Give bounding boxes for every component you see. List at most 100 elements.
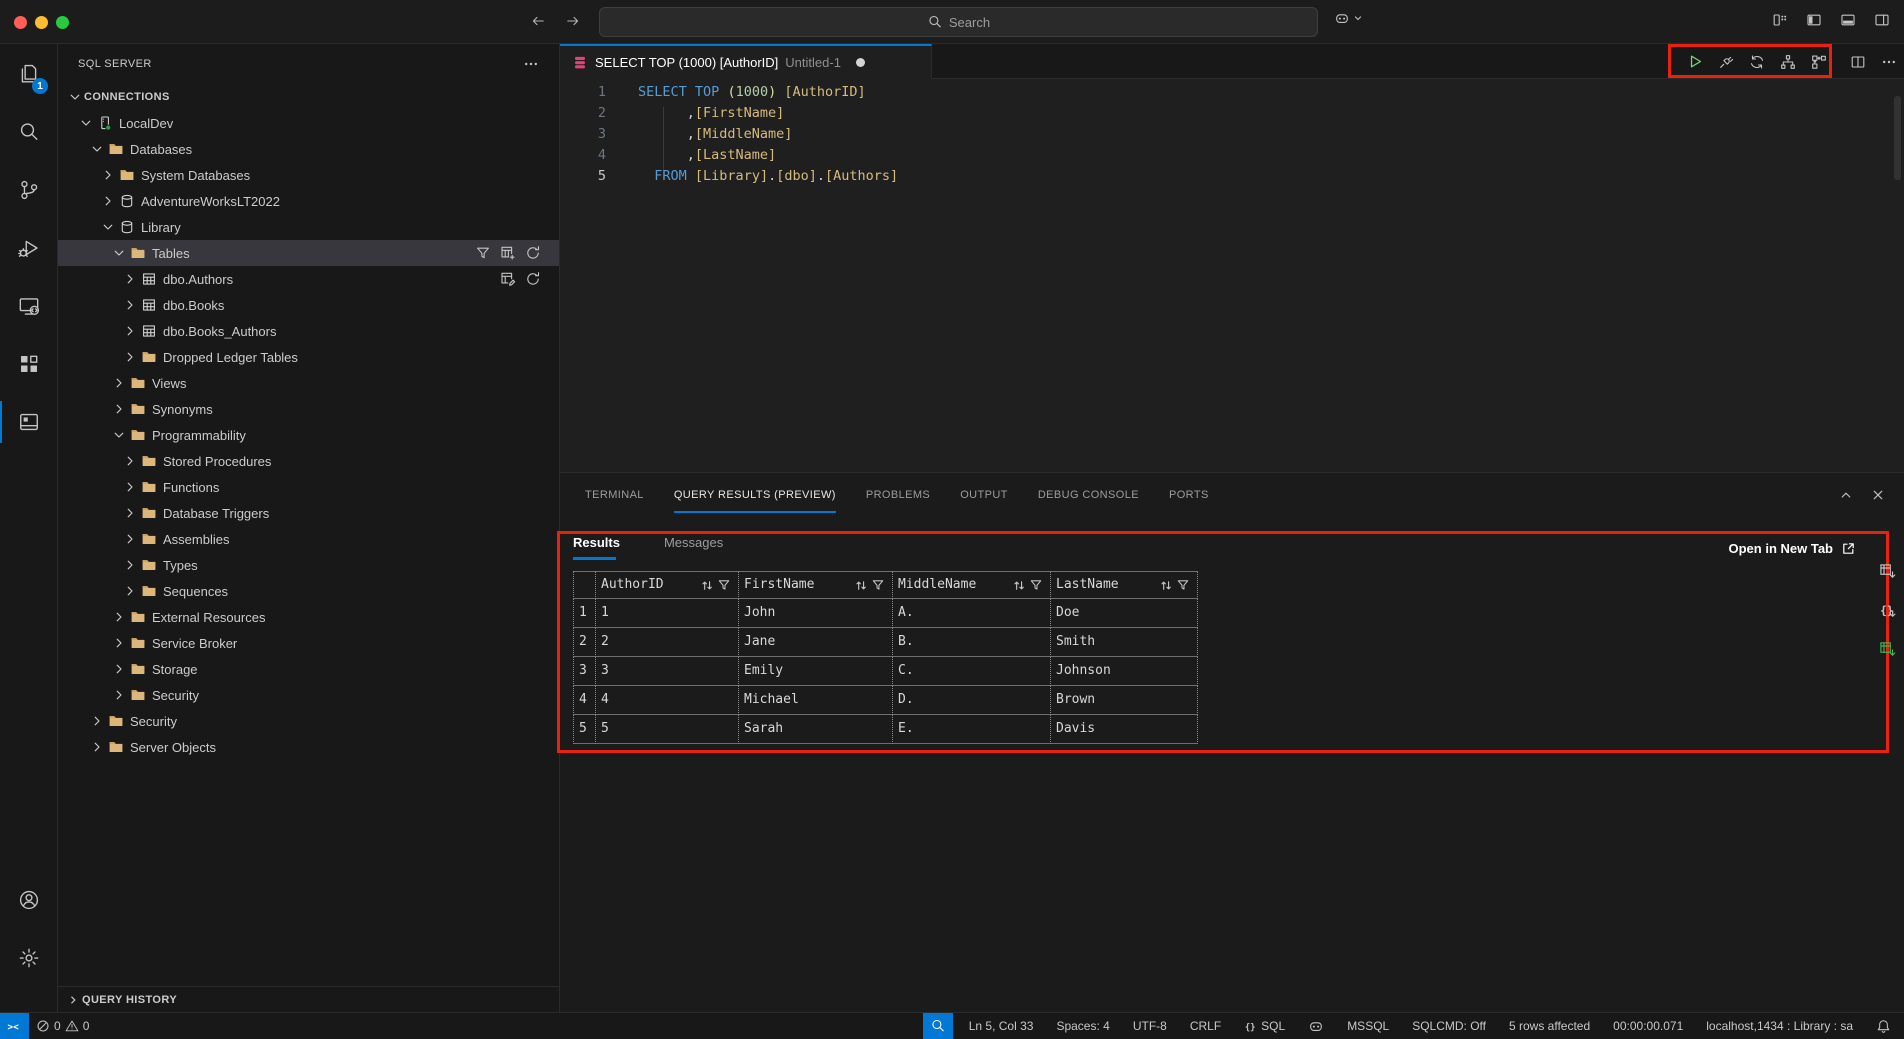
grid-cell[interactable]: Brown bbox=[1051, 686, 1198, 715]
status-rows-affected[interactable]: 5 rows affected bbox=[1502, 1013, 1597, 1039]
tree-item-library[interactable]: Library bbox=[58, 214, 559, 240]
row-number-cell[interactable]: 3 bbox=[573, 657, 596, 686]
sort-icon[interactable] bbox=[700, 578, 715, 593]
activity-item-remote-explorer[interactable] bbox=[0, 280, 58, 332]
filter-icon[interactable] bbox=[717, 578, 731, 592]
code-line[interactable]: 5 FROM [Library].[dbo].[Authors] bbox=[560, 166, 1904, 187]
toolbar-run-query-button[interactable] bbox=[1679, 53, 1710, 70]
status-sqlcmd-mode[interactable]: SQLCMD: Off bbox=[1405, 1013, 1493, 1039]
status-remote-indicator[interactable]: >< bbox=[0, 1013, 29, 1039]
filter-icon[interactable] bbox=[871, 578, 885, 592]
navigate-forward-icon[interactable] bbox=[565, 13, 581, 29]
row-number-cell[interactable]: 1 bbox=[573, 599, 596, 628]
toolbar-change-connection-button[interactable] bbox=[1741, 54, 1772, 70]
tree-item-programmability[interactable]: Programmability bbox=[58, 422, 559, 448]
panel-tab-output[interactable]: OUTPUT bbox=[960, 473, 1008, 517]
open-in-new-tab-button[interactable]: Open in New Tab bbox=[1729, 541, 1857, 556]
grid-cell[interactable]: C. bbox=[893, 657, 1051, 686]
tree-item-external-resources[interactable]: External Resources bbox=[58, 604, 559, 630]
tree-item-views[interactable]: Views bbox=[58, 370, 559, 396]
maximize-panel-icon[interactable] bbox=[1838, 487, 1854, 503]
tree-section-connections[interactable]: CONNECTIONS bbox=[58, 84, 559, 110]
grid-cell[interactable]: 1 bbox=[596, 599, 739, 628]
toolbar-connect-button[interactable] bbox=[1710, 54, 1741, 70]
grid-cell[interactable]: B. bbox=[893, 628, 1051, 657]
activity-item-explorer[interactable]: 1 bbox=[0, 48, 58, 100]
grid-cell[interactable]: 2 bbox=[596, 628, 739, 657]
grid-cell[interactable]: 4 bbox=[596, 686, 739, 715]
tree-item-tables[interactable]: Tables bbox=[58, 240, 559, 266]
unsaved-changes-dot[interactable] bbox=[856, 58, 865, 67]
row-number-cell[interactable]: 2 bbox=[573, 628, 596, 657]
status-problems[interactable]: 00 bbox=[29, 1013, 96, 1039]
panel-tab-ports[interactable]: PORTS bbox=[1169, 473, 1209, 517]
code-line[interactable]: 1SELECT TOP (1000) [AuthorID] bbox=[560, 82, 1904, 103]
status-encoding[interactable]: UTF-8 bbox=[1126, 1013, 1174, 1039]
close-panel-icon[interactable] bbox=[1870, 487, 1886, 503]
tree-item-dbo-books[interactable]: dbo.Books bbox=[58, 292, 559, 318]
tree-item-server-objects[interactable]: Server Objects bbox=[58, 734, 559, 760]
editor-scrollbar[interactable] bbox=[1894, 96, 1901, 180]
results-tab-results[interactable]: Results bbox=[573, 535, 620, 560]
grid-header-lastname[interactable]: LastName bbox=[1051, 571, 1198, 599]
grid-cell[interactable]: Johnson bbox=[1051, 657, 1198, 686]
panel-tab-terminal[interactable]: TERMINAL bbox=[585, 473, 644, 517]
panel-tab-query-results-preview-[interactable]: QUERY RESULTS (PREVIEW) bbox=[674, 473, 836, 517]
toggle-secondary-sidebar-icon[interactable] bbox=[1874, 12, 1890, 28]
tree-item-assemblies[interactable]: Assemblies bbox=[58, 526, 559, 552]
activity-item-extensions[interactable] bbox=[0, 338, 58, 390]
sort-icon[interactable] bbox=[854, 578, 869, 593]
tree-item-dropped-ledger-tables[interactable]: Dropped Ledger Tables bbox=[58, 344, 559, 370]
grid-corner-cell[interactable] bbox=[573, 571, 596, 599]
toolbar-split-editor-button[interactable] bbox=[1842, 54, 1873, 70]
save-as-excel-icon[interactable] bbox=[1879, 641, 1896, 658]
grid-cell[interactable]: 3 bbox=[596, 657, 739, 686]
code-line[interactable]: 4 ,[LastName] bbox=[560, 145, 1904, 166]
grid-cell[interactable]: D. bbox=[893, 686, 1051, 715]
code-line[interactable]: 3 ,[MiddleName] bbox=[560, 124, 1904, 145]
grid-cell[interactable]: E. bbox=[893, 715, 1051, 744]
grid-cell[interactable]: Jane bbox=[739, 628, 893, 657]
grid-cell[interactable]: Emily bbox=[739, 657, 893, 686]
status-indentation[interactable]: Spaces: 4 bbox=[1049, 1013, 1116, 1039]
save-as-json-icon[interactable]: {} bbox=[1879, 602, 1896, 619]
code-line[interactable]: 2 ,[FirstName] bbox=[560, 103, 1904, 124]
tree-item-localdev[interactable]: LocalDev bbox=[58, 110, 559, 136]
toolbar-toggle-sqlcmd-button[interactable] bbox=[1803, 54, 1834, 70]
toggle-panel-icon[interactable] bbox=[1840, 12, 1856, 28]
refresh-icon[interactable] bbox=[525, 271, 541, 287]
sort-icon[interactable] bbox=[1159, 578, 1174, 593]
sidebar-more-actions-icon[interactable] bbox=[523, 56, 539, 72]
status-notifications[interactable] bbox=[1869, 1013, 1898, 1039]
navigate-back-icon[interactable] bbox=[530, 13, 546, 29]
zoom-window-button[interactable] bbox=[56, 16, 69, 29]
row-number-cell[interactable]: 5 bbox=[573, 715, 596, 744]
tree-item-service-broker[interactable]: Service Broker bbox=[58, 630, 559, 656]
customize-layout-icon[interactable] bbox=[1772, 12, 1788, 28]
status-zoom-indicator[interactable] bbox=[923, 1013, 953, 1039]
tree-item-adventureworkslt2022[interactable]: AdventureWorksLT2022 bbox=[58, 188, 559, 214]
results-tab-messages[interactable]: Messages bbox=[664, 535, 723, 560]
new-table-icon[interactable] bbox=[500, 245, 516, 261]
save-as-csv-icon[interactable] bbox=[1879, 563, 1896, 580]
grid-cell[interactable]: Michael bbox=[739, 686, 893, 715]
toggle-sidebar-icon[interactable] bbox=[1806, 12, 1822, 28]
copilot-menu-button[interactable] bbox=[1334, 10, 1364, 26]
grid-cell[interactable]: Smith bbox=[1051, 628, 1198, 657]
row-number-cell[interactable]: 4 bbox=[573, 686, 596, 715]
tree-item-stored-procedures[interactable]: Stored Procedures bbox=[58, 448, 559, 474]
filter-icon[interactable] bbox=[1176, 578, 1190, 592]
sort-icon[interactable] bbox=[1012, 578, 1027, 593]
tree-item-synonyms[interactable]: Synonyms bbox=[58, 396, 559, 422]
tree-item-functions[interactable]: Functions bbox=[58, 474, 559, 500]
status-copilot-status[interactable] bbox=[1301, 1013, 1331, 1039]
edit-data-icon[interactable] bbox=[500, 271, 516, 287]
tree-item-security[interactable]: Security bbox=[58, 708, 559, 734]
status-connection[interactable]: localhost,1434 : Library : sa bbox=[1699, 1013, 1860, 1039]
status-mssql-provider[interactable]: MSSQL bbox=[1340, 1013, 1396, 1039]
editor-tab[interactable]: SELECT TOP (1000) [AuthorID] Untitled-1 bbox=[560, 44, 932, 79]
status-elapsed-time[interactable]: 00:00:00.071 bbox=[1606, 1013, 1690, 1039]
grid-cell[interactable]: Doe bbox=[1051, 599, 1198, 628]
activity-item-run-debug[interactable] bbox=[0, 222, 58, 274]
tree-item-sequences[interactable]: Sequences bbox=[58, 578, 559, 604]
